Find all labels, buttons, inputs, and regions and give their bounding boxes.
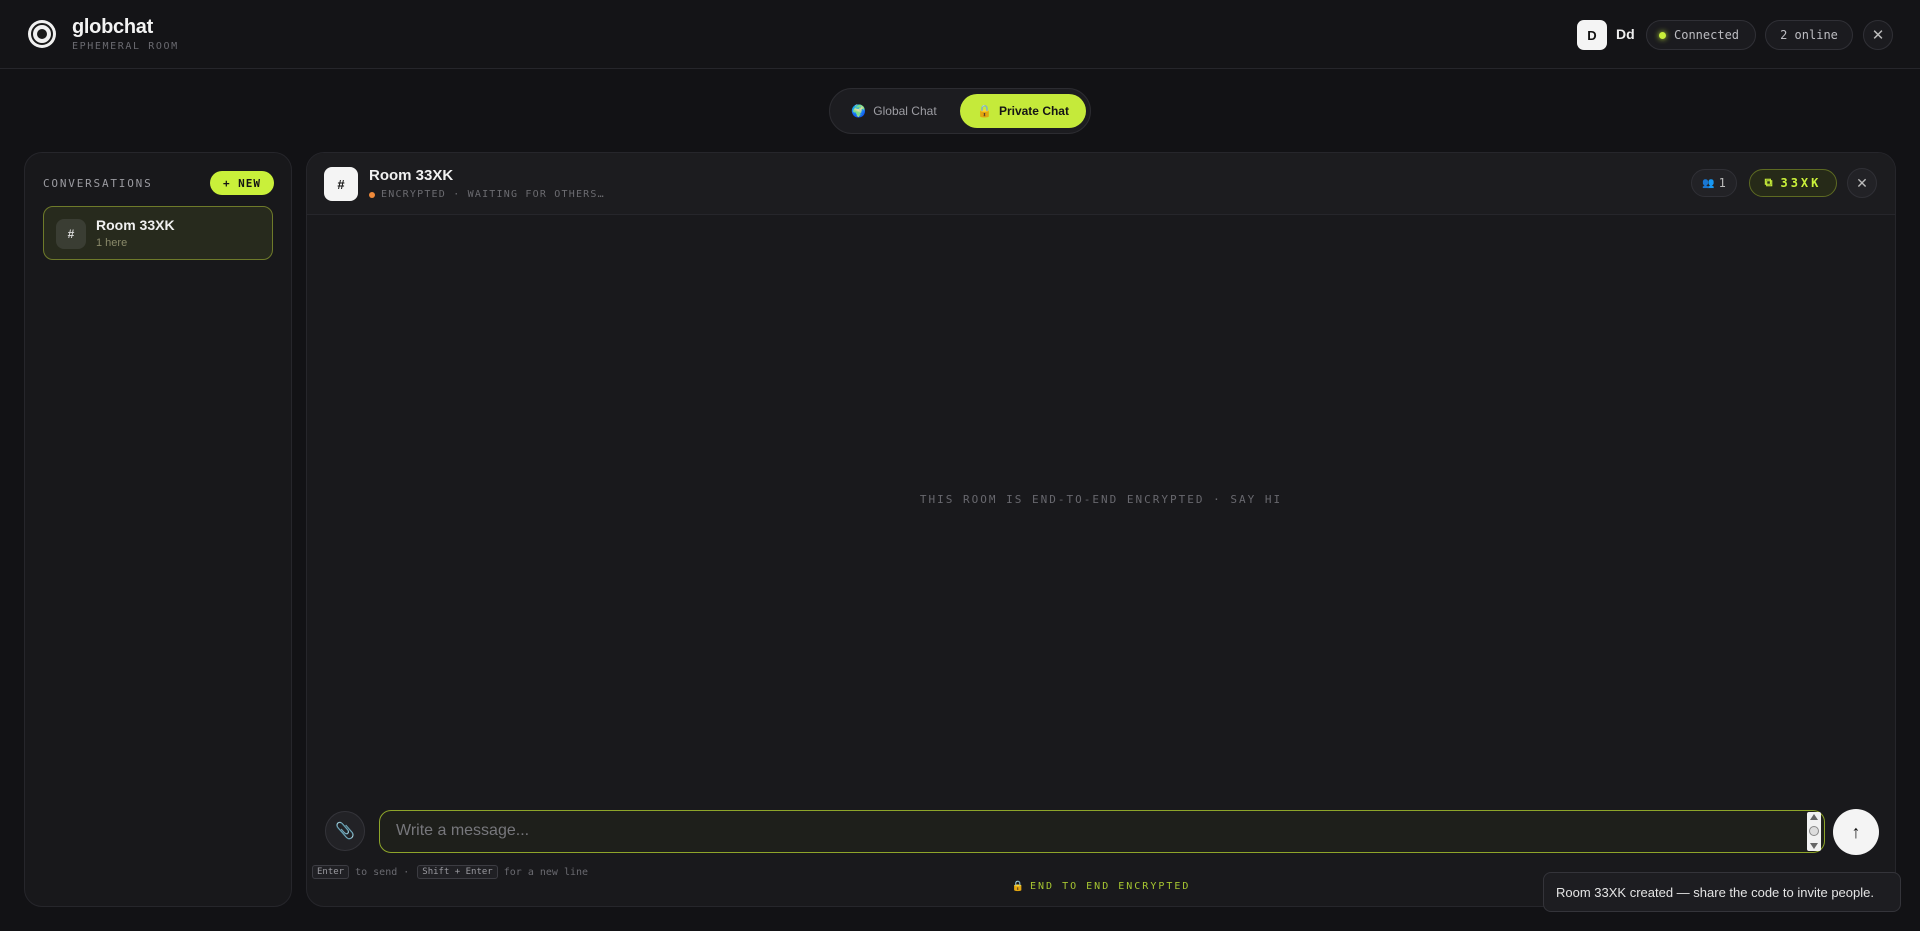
close-icon[interactable]: ✕ — [1863, 20, 1893, 50]
enter-hint-text: to send · — [355, 866, 410, 878]
chat-mode-switcher: 🌍 Global Chat 🔒 Private Chat — [829, 88, 1091, 134]
room-status: ENCRYPTED · WAITING FOR OTHERS… — [369, 189, 605, 200]
close-room-icon[interactable]: ✕ — [1847, 168, 1877, 198]
scroll-thumb[interactable] — [1809, 826, 1819, 836]
users-icon: 👥 — [1702, 177, 1715, 189]
brand-subtitle: EPHEMERAL ROOM — [72, 41, 179, 52]
conversation-meta: 1 here — [96, 237, 128, 249]
conversation-item[interactable]: # Room 33XK 1 here — [43, 206, 273, 260]
enter-key-hint: Enter — [312, 865, 350, 879]
chat-panel: # Room 33XK ENCRYPTED · WAITING FOR OTHE… — [306, 152, 1896, 907]
send-button[interactable]: ↑ — [1833, 809, 1879, 855]
online-count-badge: 2 online — [1765, 20, 1853, 50]
toast-notification: Room 33XK created — share the code to in… — [1543, 872, 1901, 912]
room-title: Room 33XK — [369, 167, 454, 184]
app-header: globchat EPHEMERAL ROOM D Dd Connected 2… — [0, 0, 1920, 69]
empty-state-message: THIS ROOM IS END-TO-END ENCRYPTED · SAY … — [919, 493, 1283, 506]
shift-enter-hint-text: for a new line — [503, 866, 589, 878]
new-conversation-button[interactable]: + NEW — [210, 171, 274, 195]
copy-room-code-button[interactable]: ⧉ 33XK — [1749, 169, 1837, 197]
paperclip-icon[interactable]: 📎 — [325, 811, 365, 851]
brand-title: globchat — [72, 16, 153, 38]
globe-logo-icon — [28, 20, 56, 48]
private-chat-label: Private Chat — [998, 104, 1069, 118]
members-count: 1 — [1718, 176, 1726, 190]
members-count-button[interactable]: 👥 1 — [1691, 169, 1737, 197]
input-scrollbar[interactable] — [1807, 812, 1821, 851]
avatar[interactable]: D — [1577, 20, 1607, 50]
shift-enter-key-hint: Shift + Enter — [417, 865, 498, 879]
connection-status-text: Connected — [1674, 28, 1740, 42]
conversations-heading: CONVERSATIONS — [43, 177, 153, 190]
global-chat-tab[interactable]: 🌍 Global Chat — [836, 94, 952, 128]
scroll-down-icon[interactable] — [1810, 843, 1818, 849]
hash-icon: # — [324, 167, 358, 201]
room-status-text: ENCRYPTED · WAITING FOR OTHERS… — [381, 189, 605, 200]
encryption-footer-text: END TO END ENCRYPTED — [1030, 881, 1191, 892]
private-chat-tab[interactable]: 🔒 Private Chat — [960, 94, 1086, 128]
copy-icon: ⧉ — [1764, 176, 1773, 189]
waiting-dot-icon — [369, 191, 375, 198]
chat-header: # Room 33XK ENCRYPTED · WAITING FOR OTHE… — [307, 153, 1895, 215]
arrow-up-icon: ↑ — [1851, 821, 1861, 842]
connection-status-badge: Connected — [1646, 20, 1756, 50]
conversations-sidebar: CONVERSATIONS + NEW # Room 33XK 1 here — [24, 152, 292, 907]
message-input[interactable] — [379, 810, 1825, 853]
conversation-name: Room 33XK — [96, 217, 175, 233]
room-code: 33XK — [1780, 176, 1822, 190]
globe-icon: 🌍 — [851, 104, 867, 118]
keyboard-hint: Enter to send · Shift + Enter for a new … — [312, 865, 588, 879]
hash-icon: # — [56, 219, 86, 249]
lock-icon: 🔒 — [977, 104, 992, 118]
global-chat-label: Global Chat — [873, 104, 937, 118]
lock-icon: 🔒 — [1011, 881, 1025, 892]
scroll-up-icon[interactable] — [1810, 814, 1818, 820]
status-dot-icon — [1659, 31, 1666, 39]
username: Dd — [1616, 26, 1635, 42]
